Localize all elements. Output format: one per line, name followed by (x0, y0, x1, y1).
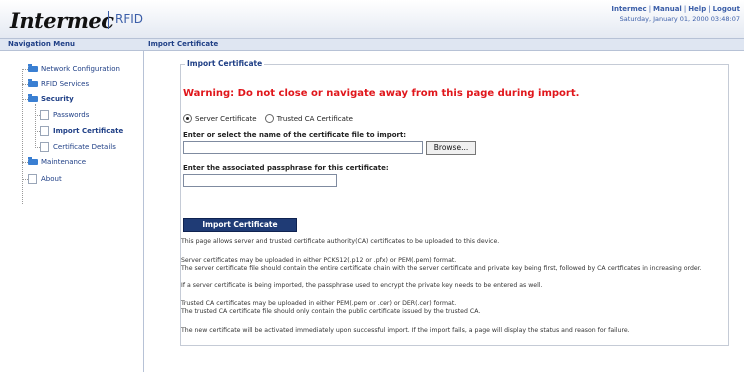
navigation-menu-title: Navigation Menu (8, 40, 75, 48)
server-certificate-label[interactable]: Server Certificate (195, 115, 257, 123)
top-links: Intermec | Manual | Help | Logout (611, 5, 740, 13)
sidebar-item-label: RFID Services (41, 80, 90, 88)
sidebar-item-security[interactable]: Security (28, 94, 74, 103)
page-icon (40, 110, 49, 120)
sidebar-item-label: Maintenance (41, 158, 87, 166)
sidebar-item-about[interactable]: About (28, 174, 62, 184)
panel-legend: Import Certificate (185, 59, 265, 68)
info-text: The server certificate file should conta… (181, 265, 702, 272)
file-input-label: Enter or select the name of the certific… (183, 131, 407, 139)
sidebar-item-label: Network Configuration (41, 65, 120, 73)
import-certificate-button[interactable]: Import Certificate (183, 218, 297, 232)
folder-icon (28, 79, 38, 87)
import-certificate-panel: Import Certificate Warning: Do not close… (180, 59, 729, 346)
trusted-ca-certificate-radio[interactable] (264, 114, 274, 123)
logout-link[interactable]: Logout (713, 5, 740, 13)
sidebar-item-label: Certificate Details (53, 143, 116, 151)
sidebar-item-rfid-services[interactable]: RFID Services (28, 79, 90, 88)
page-title: Import Certificate (148, 40, 219, 48)
page-header: Intermec RFID Intermec | Manual | Help | Logou… (0, 0, 744, 39)
folder-icon (28, 64, 38, 72)
logo-divider (108, 11, 109, 29)
sidebar-item-label: Security (41, 95, 74, 103)
info-text: If a server certificate is being importe… (181, 282, 543, 289)
help-link[interactable]: Help (688, 5, 706, 13)
sidebar-item-maintenance[interactable]: Maintenance (28, 157, 87, 166)
intermec-link[interactable]: Intermec (611, 5, 646, 13)
info-text: This page allows server and trusted cert… (181, 238, 500, 245)
page-icon (28, 174, 37, 184)
title-bar: Navigation Menu Import Certificate (0, 39, 744, 51)
certificate-file-input[interactable] (183, 141, 423, 154)
sidebar-item-certificate-details[interactable]: Certificate Details (40, 142, 116, 152)
sidebar-item-label: About (41, 175, 62, 183)
passphrase-input[interactable] (183, 174, 337, 187)
main-content: Import Certificate Warning: Do not close… (144, 51, 744, 372)
info-text: The trusted CA certificate file should o… (181, 308, 481, 315)
page-icon (40, 142, 49, 152)
tree-connector (35, 104, 36, 148)
intermec-logo: Intermec (10, 8, 114, 33)
tree-connector (22, 69, 23, 204)
page-icon (40, 126, 49, 136)
manual-link[interactable]: Manual (653, 5, 682, 13)
product-name: RFID (115, 12, 144, 26)
folder-open-icon (28, 94, 38, 102)
server-certificate-radio[interactable] (183, 114, 192, 123)
certificate-type-radios: Server Certificate Trusted CA Certificat… (183, 114, 359, 123)
folder-icon (28, 157, 38, 165)
warning-message: Warning: Do not close or navigate away f… (183, 88, 580, 99)
browse-button[interactable]: Browse... (426, 141, 476, 155)
info-text: The new certificate will be activated im… (181, 327, 630, 334)
sidebar-item-label: Passwords (53, 111, 90, 119)
sidebar-item-import-certificate[interactable]: Import Certificate (40, 126, 123, 136)
device-datetime: Saturday, January 01, 2000 03:48:07 (619, 15, 740, 23)
passphrase-label: Enter the associated passphrase for this… (183, 164, 389, 172)
sidebar-item-passwords[interactable]: Passwords (40, 110, 89, 120)
sidebar-item-label: Import Certificate (53, 127, 124, 135)
sidebar-item-network-configuration[interactable]: Network Configuration (28, 64, 120, 73)
navigation-sidebar: Network Configuration RFID Services Secu… (0, 51, 144, 372)
trusted-ca-certificate-label[interactable]: Trusted CA Certificate (277, 115, 353, 123)
